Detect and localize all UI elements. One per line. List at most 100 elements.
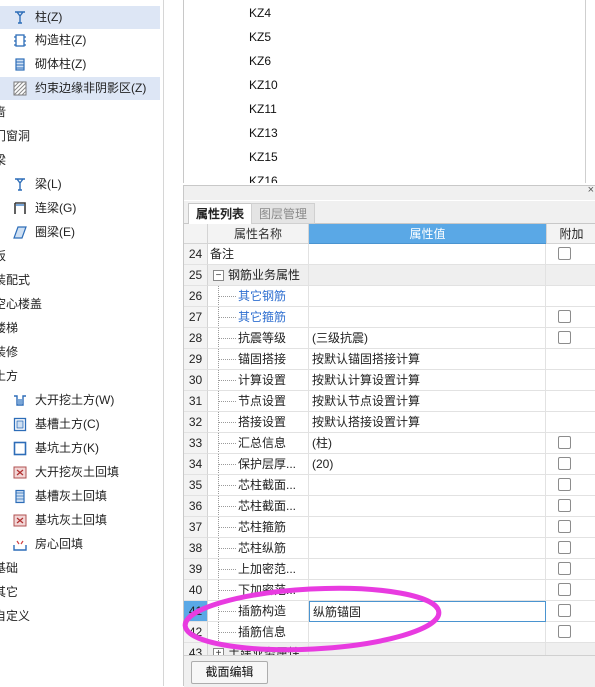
tree-category-stairs[interactable]: 楼梯 <box>0 317 160 340</box>
tree-item-pit-backfill[interactable]: 基坑灰土回填 <box>0 509 160 532</box>
close-icon[interactable]: × <box>588 184 594 196</box>
tree-item-masonry-column[interactable]: 砌体柱(Z) <box>0 53 160 76</box>
attach-checkbox[interactable] <box>558 520 571 533</box>
tree-item-trench[interactable]: 基槽土方(C) <box>0 413 160 436</box>
tree-category-foundation[interactable]: 基础 <box>0 557 160 580</box>
tab-layer-management[interactable]: 图层管理 <box>251 203 316 224</box>
property-value[interactable]: 按默认锚固搭接计算 <box>309 349 546 370</box>
extra-cell <box>546 433 595 454</box>
tree-item-label: 连梁(G) <box>35 201 77 215</box>
attach-checkbox[interactable] <box>558 541 571 554</box>
property-value[interactable] <box>309 622 546 643</box>
backfill-x-icon <box>13 466 27 479</box>
property-value[interactable] <box>309 538 546 559</box>
tree-category-earthwork[interactable]: 土方 <box>0 365 160 388</box>
tree-category-decoration[interactable]: 装修 <box>0 341 160 364</box>
property-row[interactable]: 39 上加密范... <box>184 559 595 580</box>
property-value[interactable]: (柱) <box>309 433 546 454</box>
tree-item-trench-backfill[interactable]: 基槽灰土回填 <box>0 485 160 508</box>
property-row[interactable]: 31 节点设置 按默认节点设置计算 <box>184 391 595 412</box>
property-name-text: 其它钢筋 <box>238 289 287 303</box>
component-item[interactable]: KZ6 <box>249 54 271 68</box>
property-row[interactable]: 34 保护层厚... (20) <box>184 454 595 475</box>
component-item[interactable]: KZ5 <box>249 30 271 44</box>
attach-checkbox[interactable] <box>558 310 571 323</box>
attach-checkbox[interactable] <box>558 499 571 512</box>
property-value[interactable] <box>309 559 546 580</box>
property-value[interactable] <box>309 286 546 307</box>
tree-category-prefab[interactable]: 装配式 <box>0 269 160 292</box>
component-item[interactable]: KZ16 <box>249 174 278 183</box>
row-number: 24 <box>184 244 208 265</box>
property-row[interactable]: 27 其它箍筋 <box>184 307 595 328</box>
property-name: 保护层厚... <box>208 454 309 475</box>
tree-item-excavation-backfill[interactable]: 大开挖灰土回填 <box>0 461 160 484</box>
property-value[interactable]: 按默认节点设置计算 <box>309 391 546 412</box>
property-value[interactable] <box>309 475 546 496</box>
attach-checkbox[interactable] <box>558 604 571 617</box>
property-value[interactable]: 按默认搭接设置计算 <box>309 412 546 433</box>
property-row[interactable]: 30 计算设置 按默认计算设置计算 <box>184 370 595 391</box>
tree-item-constraint-region[interactable]: 约束边缘非阴影区(Z) <box>0 77 160 100</box>
property-row[interactable]: 33 汇总信息 (柱) <box>184 433 595 454</box>
property-value[interactable] <box>309 517 546 538</box>
attach-checkbox[interactable] <box>558 625 571 638</box>
tree-item-pit[interactable]: 基坑土方(K) <box>0 437 160 460</box>
property-row[interactable]: 37 芯柱箍筋 <box>184 517 595 538</box>
attach-checkbox[interactable] <box>558 436 571 449</box>
coupling-beam-icon <box>14 202 26 214</box>
property-row[interactable]: 36 芯柱截面... <box>184 496 595 517</box>
attach-checkbox[interactable] <box>558 562 571 575</box>
property-value[interactable]: (三级抗震) <box>309 328 546 349</box>
property-row[interactable]: 38 芯柱纵筋 <box>184 538 595 559</box>
tree-category-openings[interactable]: 门窗洞 <box>0 125 160 148</box>
attach-checkbox[interactable] <box>558 457 571 470</box>
attach-checkbox[interactable] <box>558 583 571 596</box>
property-row[interactable]: 41 插筋构造 纵筋锚固 <box>184 601 595 622</box>
section-edit-button[interactable]: 截面编辑 <box>191 661 268 684</box>
tree-category-wall[interactable]: 啬 <box>0 101 160 124</box>
property-row[interactable]: 35 芯柱截面... <box>184 475 595 496</box>
property-row[interactable]: 28 抗震等级 (三级抗震) <box>184 328 595 349</box>
tree-category-hollow-floor[interactable]: 空心楼盖 <box>0 293 160 316</box>
tree-category-slab[interactable]: 板 <box>0 245 160 268</box>
property-row[interactable]: 42 插筋信息 <box>184 622 595 643</box>
property-row[interactable]: 26 其它钢筋 <box>184 286 595 307</box>
tree-item-excavation[interactable]: 大开挖土方(W) <box>0 389 160 412</box>
property-value[interactable] <box>309 244 546 265</box>
row-number: 33 <box>184 433 208 454</box>
property-value[interactable] <box>309 265 546 286</box>
property-value[interactable] <box>309 307 546 328</box>
property-name: 计算设置 <box>208 370 309 391</box>
collapse-icon[interactable]: − <box>213 270 224 281</box>
property-value[interactable] <box>309 496 546 517</box>
component-item[interactable]: KZ10 <box>249 78 278 92</box>
pit-backfill-icon <box>13 514 27 527</box>
property-row[interactable]: 29 锚固搭接 按默认锚固搭接计算 <box>184 349 595 370</box>
tree-item-constructional-column[interactable]: 构造柱(Z) <box>0 29 160 52</box>
attach-checkbox[interactable] <box>558 247 571 260</box>
component-item[interactable]: KZ4 <box>249 6 271 20</box>
attach-checkbox[interactable] <box>558 331 571 344</box>
tree-category-beam[interactable]: 梁 <box>0 149 160 172</box>
tree-item-ring-beam[interactable]: 圈梁(E) <box>0 221 160 244</box>
tree-item-beam[interactable]: 梁(L) <box>0 173 160 196</box>
tree-item-column[interactable]: 柱(Z) <box>0 6 160 29</box>
tree-category-other[interactable]: 其它 <box>0 581 160 604</box>
component-item[interactable]: KZ15 <box>249 150 278 164</box>
tree-item-room-backfill[interactable]: 房心回填 <box>0 533 160 556</box>
property-row[interactable]: 24 备注 <box>184 244 595 265</box>
tab-property-list[interactable]: 属性列表 <box>188 203 253 224</box>
property-value[interactable]: (20) <box>309 454 546 475</box>
property-value[interactable] <box>309 580 546 601</box>
component-item[interactable]: KZ13 <box>249 126 278 140</box>
component-item[interactable]: KZ11 <box>249 102 277 116</box>
attach-checkbox[interactable] <box>558 478 571 491</box>
property-row[interactable]: 25− 钢筋业务属性 <box>184 265 595 286</box>
tree-category-custom[interactable]: 自定义 <box>0 605 160 628</box>
tree-item-coupling-beam[interactable]: 连梁(G) <box>0 197 160 220</box>
property-value[interactable]: 按默认计算设置计算 <box>309 370 546 391</box>
property-value[interactable]: 纵筋锚固 <box>309 601 546 622</box>
property-row[interactable]: 32 搭接设置 按默认搭接设置计算 <box>184 412 595 433</box>
property-row[interactable]: 40 下加密范... <box>184 580 595 601</box>
